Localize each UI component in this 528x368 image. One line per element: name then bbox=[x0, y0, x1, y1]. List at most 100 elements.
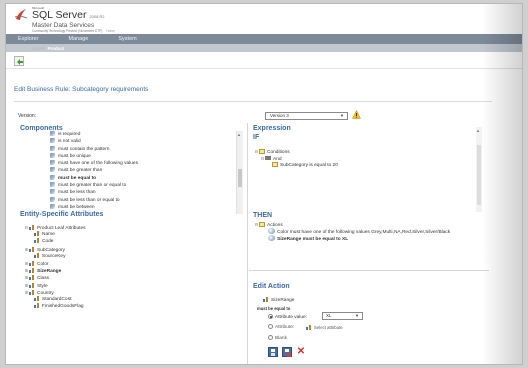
attribute-item[interactable]: ⊞ SubCategory bbox=[24, 246, 86, 253]
attribute-icon bbox=[34, 252, 40, 258]
warning-icon bbox=[352, 110, 361, 119]
function-icon bbox=[50, 182, 55, 188]
attribute-label: FinishedGoodsFlag bbox=[42, 304, 84, 310]
component-item[interactable]: must be greater than or equal to bbox=[50, 182, 230, 189]
toolbar bbox=[6, 52, 522, 69]
model-name: Product bbox=[47, 45, 65, 51]
component-item[interactable]: must be unique bbox=[50, 152, 230, 160]
select-attribute[interactable]: Select attribute bbox=[306, 325, 343, 330]
attribute-option[interactable]: Attribute: bbox=[268, 324, 294, 330]
save-and-close-icon[interactable] bbox=[282, 347, 292, 357]
menu-system[interactable]: System bbox=[118, 36, 136, 42]
attribute-item[interactable]: SourceKey bbox=[24, 252, 86, 260]
panel-splitter[interactable] bbox=[247, 123, 248, 364]
version-select[interactable]: Version 3 ▼ bbox=[265, 112, 348, 120]
components-scrollbar[interactable]: ▲ bbox=[236, 131, 243, 214]
attribute-item[interactable]: ⊞ Style bbox=[24, 282, 86, 289]
attribute-item[interactable]: ⊞ Color bbox=[24, 260, 86, 267]
expression-heading: Expression bbox=[253, 125, 291, 132]
blank-option[interactable]: Blank bbox=[268, 335, 287, 341]
attribute-icon bbox=[29, 275, 35, 281]
menu-manage[interactable]: Manage bbox=[68, 36, 88, 42]
entity-attributes-heading: Entity-Specific Attributes bbox=[20, 211, 104, 218]
version-label: Version: bbox=[18, 113, 37, 119]
attributes-tree: ⊟ Product Leaf Attributes Name Code ⊞ SubCat… bbox=[24, 224, 86, 310]
chevron-down-icon: ▼ bbox=[340, 113, 344, 118]
attribute-label: SubCategory bbox=[37, 247, 65, 253]
attribute-icon bbox=[29, 246, 35, 252]
attribute-value-option[interactable]: Attribute value: bbox=[268, 314, 307, 320]
attribute-item[interactable]: StandardCost bbox=[24, 295, 86, 303]
component-item[interactable]: must be equal to bbox=[50, 174, 230, 182]
action-buttons: ✕ bbox=[268, 347, 310, 357]
component-item[interactable]: must be less than or equal to bbox=[50, 196, 230, 204]
cancel-icon[interactable]: ✕ bbox=[296, 347, 306, 357]
component-label: must be greater than or equal to bbox=[58, 183, 127, 189]
conditions-node[interactable]: ⊟ Conditions bbox=[254, 148, 338, 155]
component-label: is not valid bbox=[58, 139, 81, 145]
attribute-group-icon bbox=[29, 225, 35, 230]
component-item[interactable]: must contain the pattern bbox=[50, 145, 230, 153]
if-heading: IF bbox=[253, 134, 260, 141]
back-button[interactable] bbox=[14, 56, 24, 66]
attribute-item[interactable]: FinishedGoodsFlag bbox=[24, 303, 86, 310]
component-item[interactable]: is required bbox=[50, 131, 230, 138]
function-icon bbox=[50, 203, 55, 209]
scroll-up-icon[interactable]: ▲ bbox=[476, 128, 480, 133]
scrollbar-thumb[interactable] bbox=[477, 145, 481, 205]
edit-action-operator: must be equal to bbox=[257, 306, 291, 311]
component-item[interactable]: is not valid bbox=[50, 138, 230, 145]
main-menu: Explorer Manage System bbox=[6, 34, 522, 44]
then-heading: THEN bbox=[253, 212, 273, 219]
action-item[interactable]: Color must have one of the following val… bbox=[254, 228, 450, 235]
scrollbar-thumb[interactable] bbox=[238, 169, 242, 187]
attribute-item[interactable]: ⊞ Class bbox=[24, 274, 86, 281]
attribute-icon bbox=[29, 260, 35, 266]
model-bar: Model: Product bbox=[6, 44, 522, 52]
component-item[interactable]: must be greater than bbox=[50, 167, 230, 174]
action-item[interactable]: SizeRange must be equal to XL bbox=[254, 235, 450, 242]
scroll-up-icon[interactable]: ▲ bbox=[237, 132, 241, 137]
radio-unselected[interactable] bbox=[268, 335, 273, 340]
attribute-option-label: Attribute: bbox=[275, 325, 295, 330]
actions-node[interactable]: ⊟ Actions bbox=[254, 221, 450, 228]
radio-unselected[interactable] bbox=[268, 324, 273, 329]
attribute-item[interactable]: ⊞ Country bbox=[24, 289, 86, 296]
save-icon[interactable] bbox=[268, 347, 278, 357]
attribute-item[interactable]: ⊞ SizeRange bbox=[24, 267, 86, 274]
function-icon bbox=[50, 145, 55, 151]
value-selected: XL bbox=[326, 313, 332, 318]
attribute-label: Class bbox=[37, 276, 49, 282]
attribute-icon bbox=[34, 231, 40, 237]
edit-action-attribute-label: SizeRange bbox=[271, 298, 295, 303]
home-link[interactable]: Home bbox=[106, 29, 115, 33]
browser-content: Microsoft SQL Server 2008 R2 Master Data… bbox=[5, 3, 523, 365]
conditions-icon bbox=[259, 149, 265, 154]
condition-item[interactable]: SubCategory is equal to 20 bbox=[254, 162, 338, 169]
attribute-label: StandardCost bbox=[42, 296, 72, 302]
expression-scrollbar[interactable]: ▲ bbox=[476, 127, 482, 212]
action-label: SizeRange must be equal to XL bbox=[277, 237, 349, 243]
component-label: must be less than or equal to bbox=[58, 197, 120, 203]
attribute-item[interactable]: Name bbox=[24, 231, 86, 238]
component-item[interactable]: must have one of the following values bbox=[50, 160, 230, 167]
version-value: Version 3 bbox=[270, 113, 289, 118]
attribute-label: Name bbox=[42, 232, 55, 238]
function-icon bbox=[50, 189, 55, 195]
chevron-down-icon: ▼ bbox=[355, 313, 359, 318]
and-node[interactable]: ⊟ And bbox=[254, 155, 338, 162]
model-prefix: Model: bbox=[32, 45, 46, 51]
component-item[interactable]: must be less than bbox=[50, 189, 230, 196]
blank-option-label: Blank bbox=[275, 336, 287, 341]
attribute-icon bbox=[306, 325, 312, 330]
attribute-icon bbox=[34, 303, 40, 309]
attributes-root[interactable]: ⊟ Product Leaf Attributes bbox=[24, 224, 86, 231]
attribute-icon bbox=[29, 289, 35, 295]
menu-explorer[interactable]: Explorer bbox=[18, 36, 38, 42]
component-label: must have one of the following values bbox=[58, 161, 138, 167]
attribute-item[interactable]: Code bbox=[24, 238, 86, 245]
action-icon bbox=[268, 228, 275, 235]
value-select[interactable]: XL ▼ bbox=[322, 312, 363, 320]
radio-selected[interactable] bbox=[268, 314, 273, 319]
component-label: must be less than bbox=[58, 190, 96, 196]
